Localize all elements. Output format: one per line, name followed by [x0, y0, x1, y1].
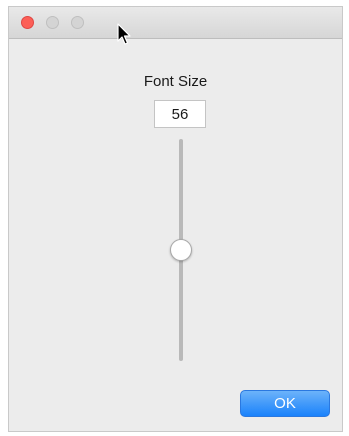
slider-knob[interactable] [170, 239, 192, 261]
arrow-cursor-icon [117, 23, 131, 45]
zoom-window-button[interactable] [71, 16, 84, 29]
font-size-slider[interactable] [167, 139, 195, 361]
font-size-label: Font Size [143, 73, 208, 90]
close-window-button[interactable] [21, 16, 34, 29]
title-bar[interactable] [9, 7, 342, 39]
font-size-field[interactable] [154, 100, 206, 128]
ok-button[interactable]: OK [240, 390, 330, 417]
font-size-window: Font Size OK [8, 6, 343, 432]
minimize-window-button[interactable] [46, 16, 59, 29]
